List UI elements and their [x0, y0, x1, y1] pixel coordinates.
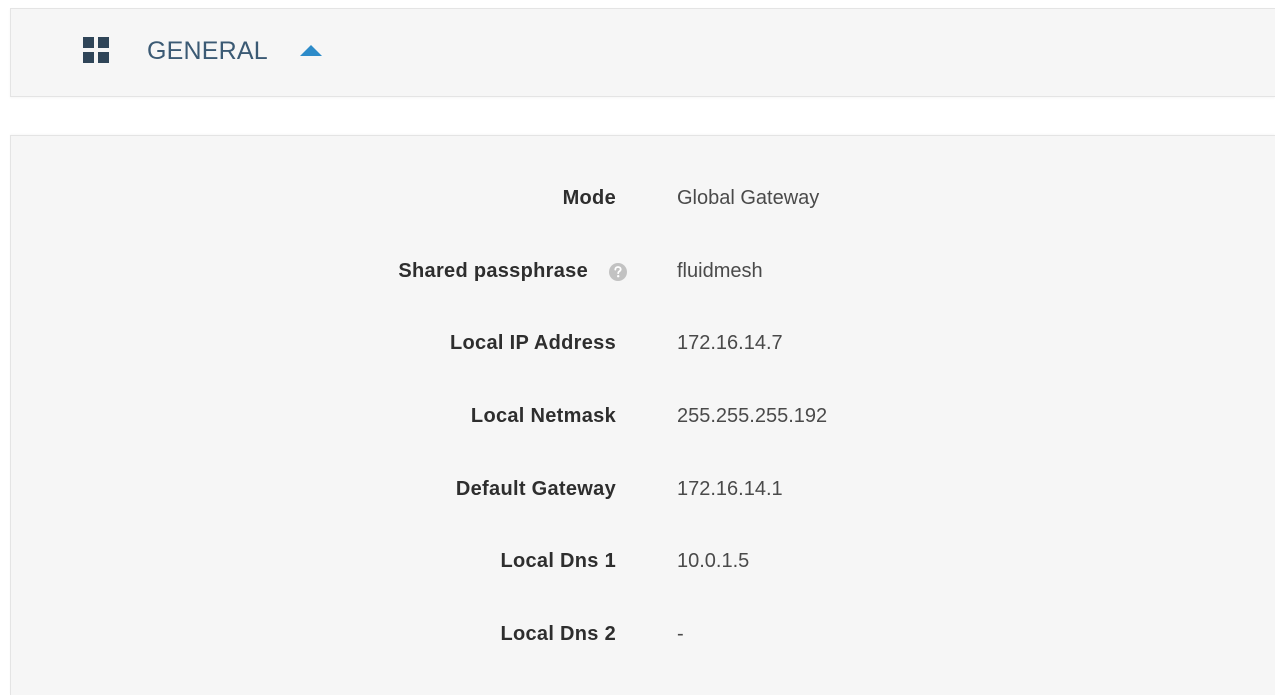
help-circle-icon[interactable] [608, 262, 628, 282]
field-value: Global Gateway [677, 187, 820, 209]
caret-up-icon[interactable] [299, 43, 323, 57]
general-settings-panel: Mode Global Gateway Shared passphrase fl… [10, 135, 1275, 695]
field-label: Local Netmask [470, 405, 616, 427]
field-value: fluidmesh [677, 260, 763, 282]
field-label: Local Dns 1 [500, 550, 616, 572]
field-row-local-dns-2: Local Dns 2 - [11, 619, 1275, 649]
field-row-mode: Mode Global Gateway [11, 183, 1275, 213]
field-row-default-gateway: Default Gateway 172.16.14.1 [11, 474, 1275, 504]
field-value: 172.16.14.7 [677, 332, 783, 354]
field-label: Local Dns 2 [500, 623, 616, 645]
section-title[interactable]: GENERAL [147, 36, 268, 66]
field-value: 172.16.14.1 [677, 478, 783, 500]
grid-icon [83, 37, 109, 63]
field-row-local-dns-1: Local Dns 1 10.0.1.5 [11, 546, 1275, 576]
field-value: 255.255.255.192 [677, 405, 828, 427]
field-label: Default Gateway [455, 478, 616, 500]
general-section-header[interactable]: GENERAL [10, 8, 1275, 97]
field-value: - [677, 623, 684, 645]
field-label: Local IP Address [450, 332, 616, 354]
field-label: Shared passphrase [398, 260, 588, 282]
field-label: Mode [562, 187, 616, 209]
field-row-shared-passphrase: Shared passphrase fluidmesh [11, 256, 1275, 286]
field-row-local-ip-address: Local IP Address 172.16.14.7 [11, 328, 1275, 358]
field-value: 10.0.1.5 [677, 550, 750, 572]
field-row-local-netmask: Local Netmask 255.255.255.192 [11, 401, 1275, 431]
